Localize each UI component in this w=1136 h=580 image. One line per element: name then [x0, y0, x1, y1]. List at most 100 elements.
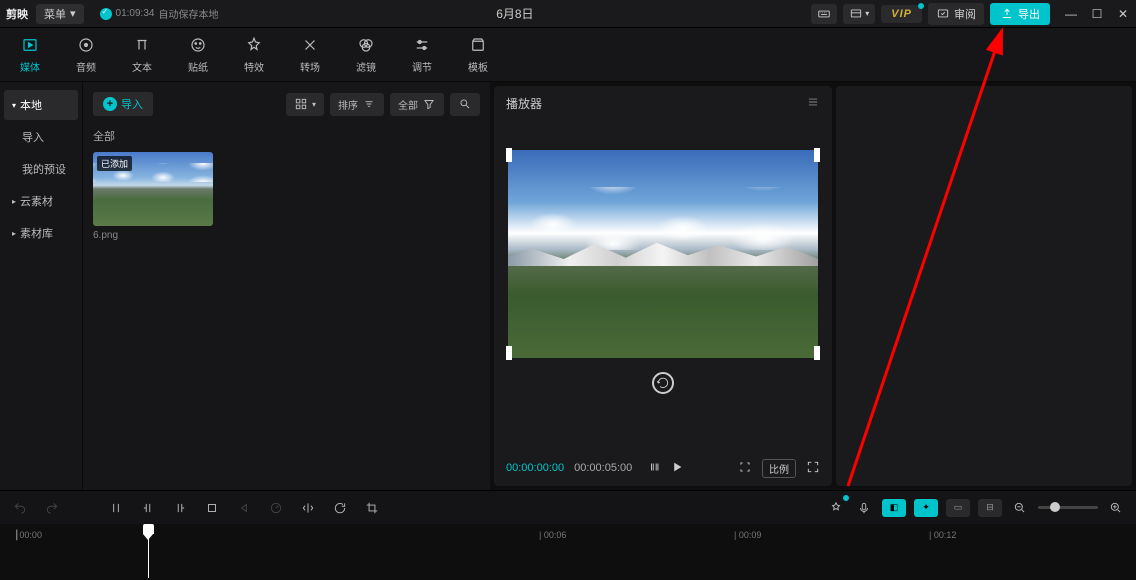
- sidebar-item-presets[interactable]: 我的预设: [4, 154, 78, 184]
- media-thumbnail[interactable]: 已添加 6.png: [93, 152, 213, 241]
- crop-button[interactable]: [202, 498, 222, 518]
- compare-button[interactable]: [648, 460, 662, 477]
- text-icon: [132, 35, 152, 55]
- close-button[interactable]: ✕: [1116, 7, 1130, 21]
- sidebar-item-import[interactable]: 导入: [4, 122, 78, 152]
- magic-button[interactable]: [826, 498, 846, 518]
- crop-tool-button[interactable]: [362, 498, 382, 518]
- tab-sticker[interactable]: 贴纸: [172, 29, 224, 81]
- media-panel: + 导入 ▾ 排序 全部 全部: [82, 82, 490, 490]
- filter-icon: [356, 35, 376, 55]
- caret-down-icon: ▾: [12, 101, 16, 110]
- sort-button[interactable]: 排序: [330, 93, 384, 116]
- mirror-button[interactable]: [298, 498, 318, 518]
- player-header: 播放器: [494, 86, 832, 120]
- zoom-in-button[interactable]: [1106, 498, 1126, 518]
- player-title: 播放器: [506, 95, 542, 112]
- tab-adjust[interactable]: 调节: [396, 29, 448, 81]
- ruler-tick-label: ┃00:00: [14, 530, 42, 541]
- crop-icon: [205, 501, 219, 515]
- layout-button[interactable]: ▾: [843, 4, 875, 24]
- hamburger-icon: [806, 95, 820, 109]
- track-toggle-2[interactable]: ✦: [914, 499, 938, 517]
- keyboard-icon: [817, 7, 831, 21]
- speed-button[interactable]: [266, 498, 286, 518]
- fullscreen-button[interactable]: [806, 460, 820, 477]
- split-icon: [109, 501, 123, 515]
- main-menu-button[interactable]: 菜单 ▾: [36, 4, 84, 24]
- vip-label: VIP: [891, 8, 912, 20]
- undo-button[interactable]: [10, 498, 30, 518]
- media-toolbar: + 导入 ▾ 排序 全部: [93, 92, 480, 116]
- vip-button[interactable]: VIP: [881, 5, 922, 23]
- redo-button[interactable]: [42, 498, 62, 518]
- track-toggle-4[interactable]: ⊟: [978, 499, 1002, 517]
- play-icon: [670, 460, 684, 474]
- player-menu-button[interactable]: [806, 95, 820, 112]
- search-button[interactable]: [450, 93, 480, 116]
- chevron-down-icon: ▾: [865, 9, 869, 18]
- timeline-ruler[interactable]: ┃00:00 | 00:06 | 00:09 | 00:12: [0, 524, 1136, 580]
- autosave-text: 自动保存本地: [158, 6, 218, 21]
- chevron-down-icon: ▾: [70, 7, 76, 20]
- view-mode-button[interactable]: ▾: [286, 93, 324, 116]
- reset-transform-button[interactable]: [652, 372, 674, 394]
- trim-left-icon: [141, 501, 155, 515]
- minimize-button[interactable]: ―: [1064, 7, 1078, 21]
- rotate-cw-icon: [333, 501, 347, 515]
- tab-transition[interactable]: 转场: [284, 29, 336, 81]
- zoom-out-icon: [1013, 501, 1027, 515]
- import-button[interactable]: + 导入: [93, 92, 153, 116]
- rotate-button[interactable]: [330, 498, 350, 518]
- resize-handle-tr[interactable]: [814, 148, 820, 162]
- tab-audio[interactable]: 音频: [60, 29, 112, 81]
- mic-button[interactable]: [854, 498, 874, 518]
- player-viewport[interactable]: [494, 120, 832, 450]
- resize-handle-tl[interactable]: [506, 148, 512, 162]
- sidebar: ▾ 本地 导入 我的预设 ▸ 云素材 ▸ 素材库: [0, 82, 82, 490]
- trim-left-button[interactable]: [138, 498, 158, 518]
- tab-label: 音频: [76, 59, 96, 74]
- split-button[interactable]: [106, 498, 126, 518]
- layout-icon: [849, 7, 863, 21]
- aspect-ratio-button[interactable]: 比例: [762, 459, 796, 478]
- trim-right-button[interactable]: [170, 498, 190, 518]
- filter-label: 全部: [398, 97, 418, 112]
- media-icon: [20, 35, 40, 55]
- review-button[interactable]: 审阅: [928, 3, 984, 25]
- zoom-out-button[interactable]: [1010, 498, 1030, 518]
- play-button[interactable]: [670, 460, 684, 477]
- sidebar-group-library[interactable]: ▸ 素材库: [4, 218, 78, 248]
- player-controls: 00:00:00:00 00:00:05:00 比例: [494, 450, 832, 486]
- tab-text[interactable]: 文本: [116, 29, 168, 81]
- grid-icon: [294, 97, 308, 111]
- sidebar-group-cloud[interactable]: ▸ 云素材: [4, 186, 78, 216]
- sidebar-item-local[interactable]: ▾ 本地: [4, 90, 78, 120]
- keyboard-button[interactable]: [811, 4, 837, 24]
- filter-button[interactable]: 全部: [390, 93, 444, 116]
- track-toggle-1[interactable]: ◧: [882, 499, 906, 517]
- tab-template[interactable]: 模板: [452, 29, 504, 81]
- tab-filter[interactable]: 滤镜: [340, 29, 392, 81]
- playhead[interactable]: [148, 526, 149, 578]
- resize-handle-br[interactable]: [814, 346, 820, 360]
- thumbnail-badge: 已添加: [97, 156, 132, 171]
- ribbon-tabs: 媒体 音频 文本 贴纸 特效 转场 滤镜 调节 模板: [0, 28, 1136, 82]
- maximize-button[interactable]: ☐: [1090, 7, 1104, 21]
- tab-media[interactable]: 媒体: [4, 29, 56, 81]
- template-icon: [468, 35, 488, 55]
- track-toggle-3[interactable]: ▭: [946, 499, 970, 517]
- preview-frame[interactable]: [508, 150, 818, 358]
- slider-thumb[interactable]: [1050, 502, 1060, 512]
- resize-handle-bl[interactable]: [506, 346, 512, 360]
- zoom-slider[interactable]: [1038, 506, 1098, 509]
- fullframe-button[interactable]: [738, 460, 752, 477]
- sidebar-group-label: 云素材: [20, 193, 53, 209]
- chevron-down-icon: ▾: [312, 100, 316, 109]
- project-title[interactable]: 6月8日: [496, 5, 533, 22]
- reverse-button[interactable]: [234, 498, 254, 518]
- tab-label: 特效: [244, 59, 264, 74]
- tab-effects[interactable]: 特效: [228, 29, 280, 81]
- audio-icon: [76, 35, 96, 55]
- export-button[interactable]: 导出: [990, 3, 1050, 25]
